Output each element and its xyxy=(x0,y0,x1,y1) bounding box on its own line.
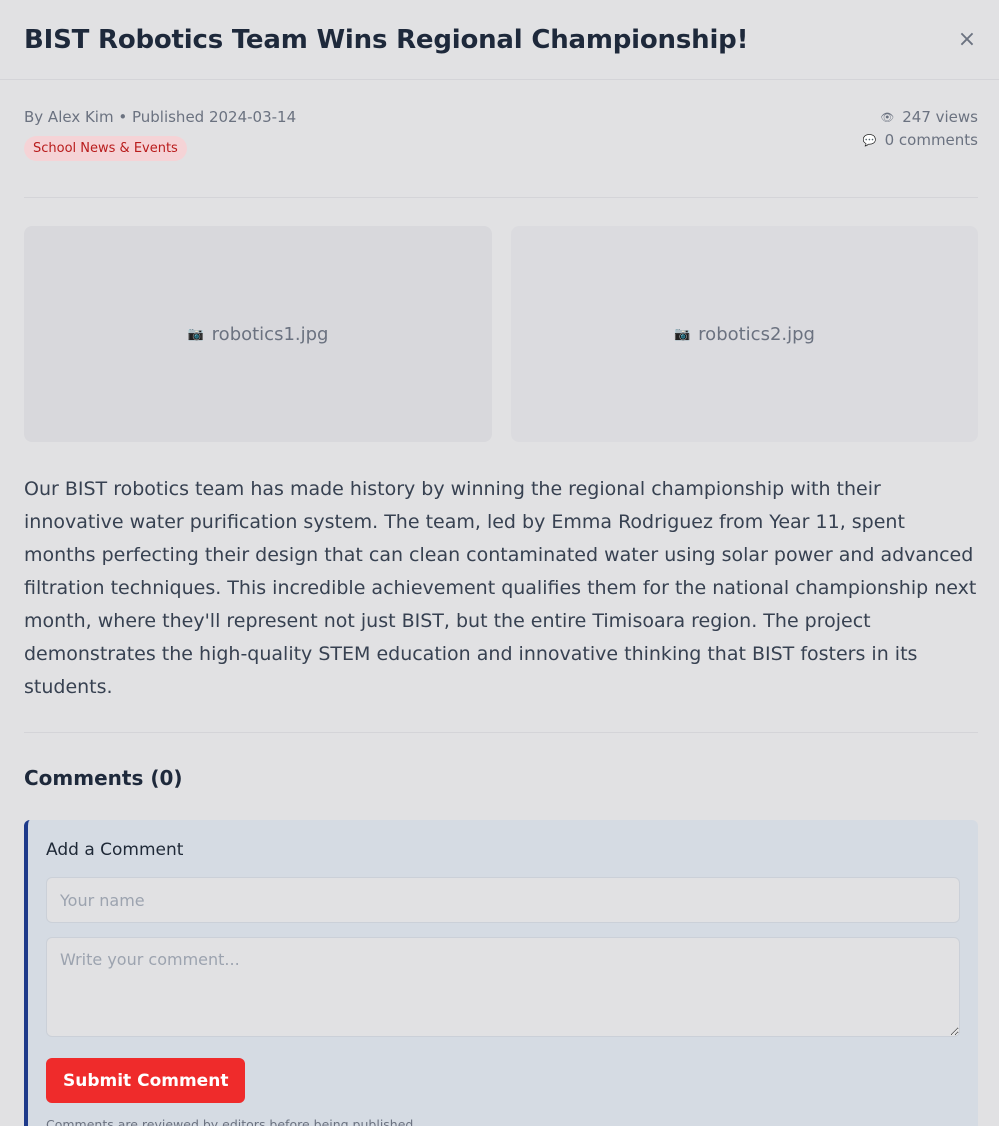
image-gallery: 📷 robotics1.jpg 📷 robotics2.jpg xyxy=(24,226,978,442)
byline: By Alex Kim • Published 2024-03-14 xyxy=(24,108,297,126)
submit-comment-button[interactable]: Submit Comment xyxy=(46,1058,246,1103)
image-filename: robotics2.jpg xyxy=(698,323,815,345)
meta-left: By Alex Kim • Published 2024-03-14 Schoo… xyxy=(24,108,296,161)
image-robotics2[interactable]: 📷 robotics2.jpg xyxy=(511,226,978,442)
comments-stat: 💬 0 comments xyxy=(863,131,978,149)
speech-bubble-icon: 💬 xyxy=(862,133,877,147)
views-stat: 👁 247 views xyxy=(880,108,978,126)
article-meta: By Alex Kim • Published 2024-03-14 Schoo… xyxy=(24,80,978,198)
name-input[interactable] xyxy=(46,877,960,923)
form-title: Add a Comment xyxy=(46,840,184,860)
eye-icon: 👁 xyxy=(880,110,895,124)
category-badge[interactable]: School News & Events xyxy=(24,136,187,161)
modal-header: BIST Robotics Team Wins Regional Champio… xyxy=(0,0,999,80)
article-body: Our BIST robotics team has made history … xyxy=(24,473,978,733)
comments-heading: Comments (0) xyxy=(24,766,183,790)
modal-body: By Alex Kim • Published 2024-03-14 Schoo… xyxy=(0,80,999,1126)
comments-count: 0 comments xyxy=(884,131,978,149)
moderation-note: Comments are reviewed by editors before … xyxy=(46,1117,418,1126)
image-robotics1[interactable]: 📷 robotics1.jpg xyxy=(24,226,492,442)
image-filename: robotics1.jpg xyxy=(211,323,329,345)
meta-stats: 👁 247 views 💬 0 comments xyxy=(863,108,978,149)
comment-form: Add a Comment Submit Comment Comments ar… xyxy=(24,820,978,1126)
camera-icon: 📷 xyxy=(673,326,691,342)
views-count: 247 views xyxy=(902,108,978,126)
article-modal: BIST Robotics Team Wins Regional Champio… xyxy=(0,0,999,1126)
comment-textarea[interactable] xyxy=(46,937,960,1037)
camera-icon: 📷 xyxy=(187,326,204,342)
close-icon[interactable]: × xyxy=(955,27,979,52)
article-title: BIST Robotics Team Wins Regional Champio… xyxy=(24,24,749,55)
